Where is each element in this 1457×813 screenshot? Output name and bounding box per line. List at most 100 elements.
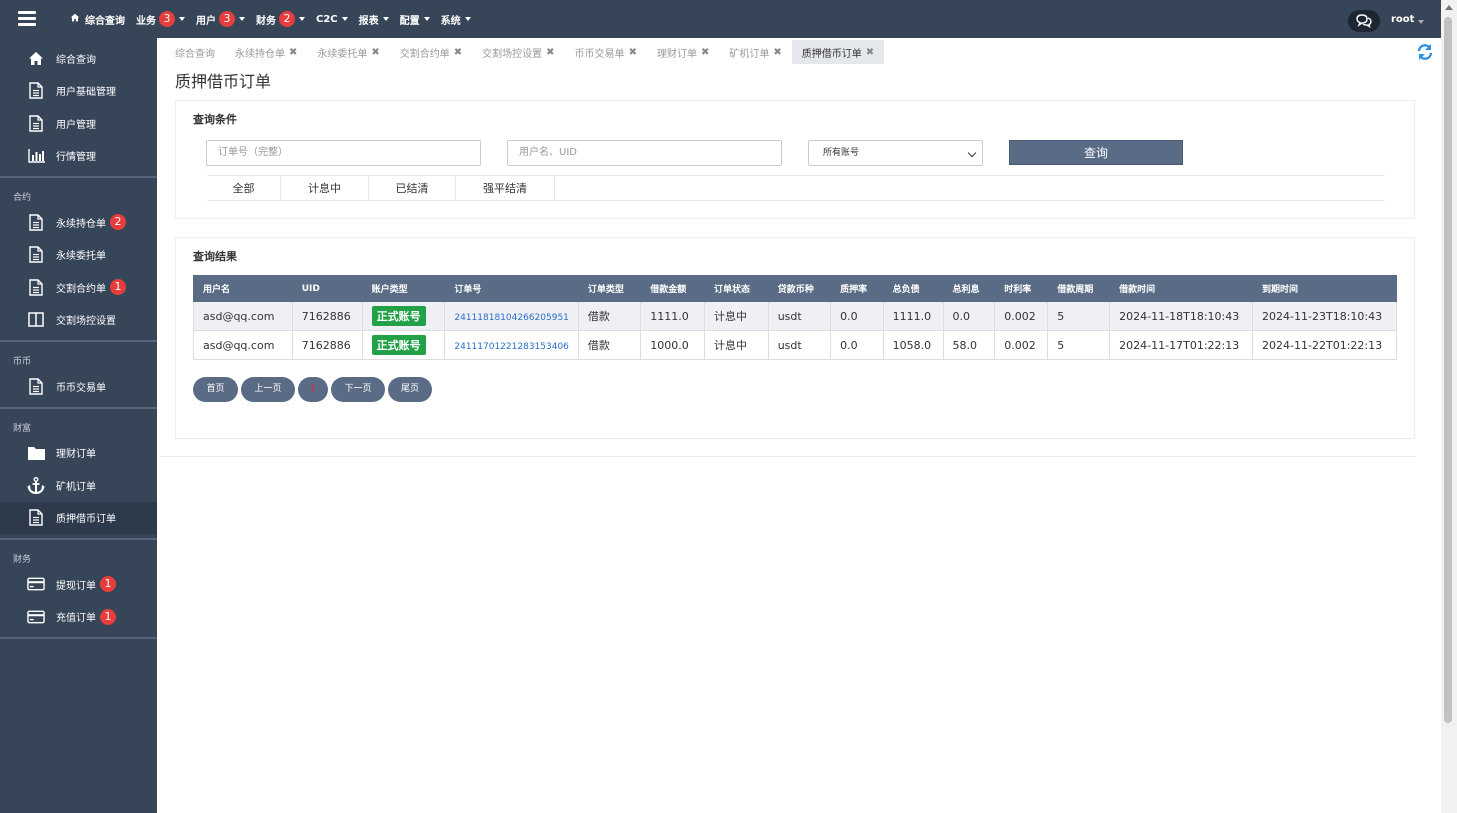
status-filter-tab[interactable]: 已结清 (369, 176, 456, 201)
sidebar-item[interactable]: 用户基础管理 (0, 75, 157, 108)
tab[interactable]: 矿机订单 ✖ (719, 40, 791, 64)
table-row: asd@qq.com 7162886 正式账号 2411170122128315340… (193, 330, 1397, 360)
tab[interactable]: 综合查询 (165, 40, 225, 64)
top-nav-item[interactable]: 用户 3 (196, 11, 245, 27)
order-number-link[interactable]: 24111701221283153406 (454, 342, 569, 352)
table-row: asd@qq.com 7162886 正式账号 2411181810426620595… (193, 301, 1397, 331)
sidebar-item[interactable]: 理财订单 (0, 437, 157, 470)
first-page-button[interactable]: 首页 (193, 377, 238, 402)
sidebar: 综合查询 用户基础管理 用户管理 行情管理合约永续持仓单 2 永续委托单交割合约单 1 交割场… (0, 38, 157, 813)
tab[interactable]: 理财订单 ✖ (647, 40, 719, 64)
sidebar-item[interactable]: 交割合约单 1 (0, 271, 157, 304)
top-nav-item[interactable]: C2C (316, 14, 348, 25)
top-nav-item[interactable]: 财务 2 (256, 11, 305, 27)
chat-icon (1356, 14, 1372, 28)
next-page-button[interactable]: 下一页 (331, 377, 385, 402)
table-cell: 借款 (577, 301, 642, 331)
last-page-button[interactable]: 尾页 (388, 377, 432, 402)
table-cell: 0.002 (994, 301, 1049, 331)
page-title: 质押借币订单 (175, 72, 272, 91)
close-icon[interactable]: ✖ (701, 47, 709, 58)
column-header: 贷款币种 (767, 275, 832, 302)
user-menu[interactable]: root (1391, 14, 1414, 25)
sidebar-item[interactable]: 交割场控设置 (0, 304, 157, 337)
table-cell: 0.0 (830, 330, 884, 360)
sidebar-item-label: 质押借币订单 (56, 514, 116, 526)
status-filter-tab[interactable]: 全部 (207, 176, 281, 201)
account-type-select[interactable]: 所有账号 (808, 140, 983, 166)
tab[interactable]: 交割场控设置 ✖ (472, 40, 564, 64)
close-icon[interactable]: ✖ (371, 47, 379, 58)
table-cell: 2024-11-17T01:22:13 (1109, 330, 1254, 360)
chevron-down-icon (423, 17, 430, 21)
top-nav-item[interactable]: 报表 (359, 12, 389, 27)
top-nav-label: 用户 (196, 15, 216, 27)
tab[interactable]: 交割合约单 ✖ (390, 40, 472, 64)
username-uid-input[interactable]: 用户名、UID (507, 140, 782, 166)
table-cell: 2024-11-23T18:10:43 (1252, 301, 1397, 331)
status-filter-tab[interactable]: 强平结清 (456, 176, 555, 201)
top-nav-item[interactable]: 系统 (441, 12, 471, 27)
document-icon (27, 114, 45, 132)
table-cell: asd@qq.com (193, 330, 293, 360)
column-header: 借款时间 (1109, 275, 1254, 302)
menu-toggle-icon[interactable] (18, 11, 36, 26)
sidebar-item[interactable]: 用户管理 (0, 107, 157, 140)
bar-chart-icon (27, 147, 45, 165)
prev-page-button[interactable]: 上一页 (241, 377, 295, 402)
column-header: 总负债 (882, 275, 944, 302)
tab[interactable]: 永续委托单 ✖ (307, 40, 389, 64)
tab-strip: 综合查询 永续持仓单 ✖ 永续委托单 ✖ 交割合约单 ✖ 交割场控设置 ✖ 币币交易单 ✖ 理财订单 ✖… (165, 40, 885, 64)
sidebar-item[interactable]: 质押借币订单 (0, 501, 157, 534)
refresh-icon[interactable] (1416, 43, 1434, 61)
close-icon[interactable]: ✖ (454, 47, 462, 58)
results-panel: 查询结果 用户名 UID 账户类型 订单号 订单类型 借款金额 订单状态 贷款币种 质押率 总负债… (175, 237, 1415, 439)
sidebar-item[interactable]: 永续持仓单 2 (0, 206, 157, 239)
sidebar-group-title: 合约 (13, 193, 32, 203)
chat-button[interactable] (1348, 10, 1380, 32)
sidebar-item-label: 交割场控设置 (56, 316, 116, 328)
search-button[interactable]: 查询 (1009, 140, 1183, 165)
top-nav-item[interactable]: 配置 (400, 12, 430, 27)
tab[interactable]: 永续持仓单 ✖ (225, 40, 307, 64)
top-nav-item[interactable]: 综合查询 (70, 12, 125, 27)
chevron-down-icon (239, 17, 245, 21)
sidebar-item-label: 永续委托单 (56, 251, 106, 263)
chevron-down-icon (464, 17, 471, 21)
table-cell: 0.0 (830, 301, 884, 331)
status-filter-tab[interactable]: 计息中 (281, 176, 369, 201)
sidebar-item[interactable]: 币币交易单 (0, 370, 157, 403)
scrollbar-thumb[interactable] (1444, 17, 1452, 723)
count-badge: 1 (100, 576, 116, 593)
sidebar-item[interactable]: 行情管理 (0, 140, 157, 173)
chevron-down-icon (382, 17, 389, 21)
sidebar-item[interactable]: 综合查询 (0, 42, 157, 75)
close-icon[interactable]: ✖ (866, 47, 874, 58)
top-nav-item[interactable]: 业务 3 (136, 11, 185, 27)
column-header: 订单类型 (577, 275, 642, 302)
table-cell: 1000.0 (640, 330, 706, 360)
column-header: 借款周期 (1047, 275, 1111, 302)
results-panel-title: 查询结果 (193, 250, 237, 263)
tab-label: 币币交易单 (574, 48, 625, 60)
close-icon[interactable]: ✖ (629, 47, 637, 58)
scroll-up-arrow-icon[interactable] (1445, 5, 1453, 10)
tab[interactable]: 币币交易单 ✖ (565, 40, 647, 64)
sidebar-item[interactable]: 永续委托单 (0, 239, 157, 272)
sidebar-item[interactable]: 矿机订单 (0, 469, 157, 502)
sidebar-group-title: 财富 (13, 423, 32, 434)
close-icon[interactable]: ✖ (773, 47, 781, 58)
order-number-link[interactable]: 24111818104266205951 (454, 313, 569, 323)
tab-label: 质押借币订单 (801, 48, 862, 60)
tab[interactable]: 质押借币订单 ✖ (791, 40, 885, 64)
sidebar-item[interactable]: 提现订单 1 (0, 568, 157, 601)
current-page-button[interactable]: 1 (298, 377, 328, 402)
chevron-down-icon[interactable] (1418, 20, 1424, 24)
column-header: 质押率 (830, 275, 884, 302)
count-badge: 2 (110, 214, 126, 231)
sidebar-item[interactable]: 充值订单 1 (0, 601, 157, 634)
sidebar-group-title: 币币 (13, 357, 32, 367)
close-icon[interactable]: ✖ (289, 47, 297, 58)
close-icon[interactable]: ✖ (546, 47, 554, 58)
order-number-input[interactable]: 订单号（完整） (206, 140, 481, 166)
